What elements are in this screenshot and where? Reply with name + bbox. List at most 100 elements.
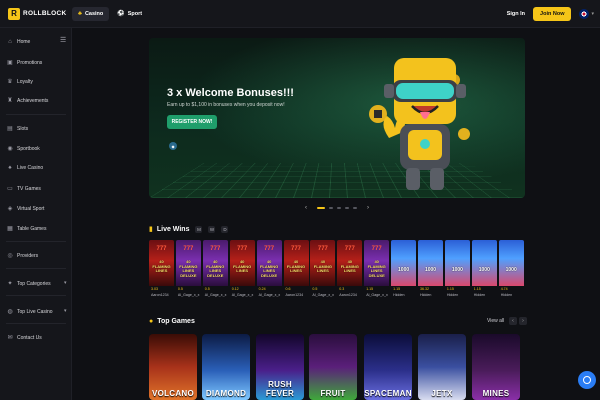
tab-sport-label: Sport (127, 10, 143, 17)
sidebar-item-label: Live Casino (17, 165, 44, 171)
game-name: VOLCANO (151, 389, 195, 398)
live-chat-button[interactable] (578, 371, 596, 389)
collapse-menu-icon[interactable]: ☰ (60, 36, 66, 44)
language-flag-icon[interactable] (579, 9, 590, 19)
game-tile-rush-fever[interactable]: RUSH FEVER (256, 334, 304, 400)
providers-icon: ◎ (7, 253, 13, 259)
carousel-prev-icon[interactable]: ‹ (299, 205, 313, 211)
win-amount: 0.24 (258, 287, 266, 291)
win-user: Al_Gage_x_x (177, 293, 200, 297)
sidebar-item-top-categories[interactable]: ✦ Top Categories (7, 280, 50, 288)
sevens-icon: 777 (290, 246, 301, 252)
live-win-tile[interactable]: 777 40 FLAMING LINES 0.6 Aaron1234 (283, 240, 309, 299)
join-now-button[interactable]: Join Now (533, 7, 572, 21)
live-win-tile[interactable]: 777 40 FLAMING LINES DELUXE 0.5 Al_Gage_x_x (175, 240, 201, 299)
sidebar-item-label: Virtual Sport (17, 205, 45, 212)
game-title: 1000 (505, 267, 517, 273)
tab-casino[interactable]: ♣ Casino (72, 6, 110, 21)
period-month-button[interactable]: M (195, 225, 203, 233)
live-win-tile[interactable]: 777 40 FLAMING LINES 3.03 Aaron1234 (149, 240, 174, 299)
win-user: Al_Gage_x_x (366, 293, 388, 297)
game-tile-diamond[interactable]: DIAMOND (202, 334, 250, 400)
game-title: 1000 (424, 267, 437, 273)
live-win-tile[interactable]: 1000 1.15 Hidden (391, 240, 417, 299)
sidebar-item-promotions[interactable]: ▣ Promotions (7, 59, 42, 67)
win-user: Al_Gage_x_x (258, 293, 281, 297)
sidebar-item-virtual-sport[interactable]: ◈ Virtual Sport (7, 205, 45, 213)
game-tile-fruit[interactable]: FRUIT (309, 334, 357, 400)
game-thumbnail: 1000 (498, 240, 524, 286)
live-win-tile[interactable]: 777 40 FLAMING LINES 0.5 Al_Gage_x_x (310, 240, 336, 299)
win-amount: 1.15 (393, 287, 401, 291)
live-win-tile[interactable]: 1000 36.32 Hidden (418, 240, 443, 299)
sidebar-item-slots[interactable]: ▤ Slots (7, 125, 29, 133)
carousel-dot[interactable] (317, 207, 325, 209)
win-amount: 4.74 (500, 287, 508, 291)
game-title: 40 FLAMING LINES DELUXE (259, 259, 279, 278)
carousel-next-icon[interactable]: › (361, 205, 375, 211)
live-win-tile[interactable]: 777 40 FLAMING LINES 0.3 Aaron1234 (337, 240, 363, 299)
promo-banner[interactable]: 3 x Welcome Bonuses!!! Earn up to $1,100… (149, 38, 525, 198)
game-tile-volcano[interactable]: VOLCANO (149, 334, 197, 400)
live-win-tile[interactable]: 1000 4.74 Hidden (498, 240, 524, 299)
live-win-tile[interactable]: 777 40 FLAMING LINES DELUXE 0.24 Al_Gage_x_… (256, 240, 282, 299)
register-now-button[interactable]: REGISTER NOW! (167, 115, 217, 129)
tab-sport[interactable]: ⚽ Sport (111, 7, 148, 21)
sevens-icon: 777 (371, 246, 382, 252)
tv-icon: ▭ (7, 186, 13, 192)
sidebar-item-top-live-casino[interactable]: ◍ Top Live Casino (7, 308, 52, 316)
game-tile-spaceman[interactable]: SPACEMAN (364, 334, 412, 400)
view-all-link[interactable]: View all (487, 318, 504, 324)
brand-logo[interactable]: R ROLLBLOCK (0, 7, 70, 20)
win-amount: 36.32 (420, 287, 429, 291)
sidebar-item-label: Home (17, 39, 31, 45)
live-win-tile[interactable]: 777 40 FLAMING LINES DELUXE 0.5 Al_Gage_x_x (202, 240, 228, 299)
carousel-dot[interactable] (329, 207, 333, 209)
win-amount: 0.5 (204, 287, 210, 291)
sidebar-item-live-casino[interactable]: ♠ Live Casino (7, 165, 43, 171)
sevens-icon: 777 (183, 246, 194, 252)
sidebar-item-providers[interactable]: ◎ Providers (7, 252, 38, 260)
sign-in-button[interactable]: Sign In (507, 11, 525, 17)
chevron-down-icon[interactable]: ▾ (64, 280, 67, 286)
game-name: RUSH FEVER (265, 380, 295, 398)
game-tile-mines[interactable]: MINES (472, 334, 520, 400)
win-user: Aaron1234 (151, 293, 169, 297)
sidebar-item-label: Contact Us (17, 334, 42, 341)
sidebar-item-achievements[interactable]: ♜ Achievements (7, 97, 48, 105)
period-day-button[interactable]: D (221, 225, 229, 233)
game-tile-jetx[interactable]: JETX (418, 334, 466, 400)
period-week-button[interactable]: W (208, 225, 216, 233)
sevens-icon: 777 (264, 246, 275, 252)
sidebar-divider (6, 241, 66, 242)
game-name: MINES (482, 389, 510, 398)
game-thumbnail: 1000 (471, 240, 497, 286)
ball-icon: ◉ (7, 146, 13, 152)
sidebar-item-label: Slots (17, 125, 29, 132)
games-next-icon[interactable]: › (519, 317, 527, 325)
chat-icon (583, 376, 591, 384)
top-games-title: Top Games (157, 318, 195, 325)
chevron-down-icon[interactable]: ▾ (64, 308, 67, 314)
game-name: SPACEMAN (364, 389, 412, 398)
sidebar-item-home[interactable]: ⌂ Home (7, 39, 30, 45)
game-title: 1000 (478, 267, 490, 273)
game-name: JETX (431, 389, 453, 398)
live-win-tile[interactable]: 777 40 FLAMING LINES DELUXE 1.15 Al_Gage_x_… (364, 240, 390, 299)
live-win-tile[interactable]: 1000 1.15 Hidden (444, 240, 470, 299)
carousel-dot[interactable] (353, 207, 357, 209)
sidebar-divider (6, 114, 66, 115)
sidebar-item-loyalty[interactable]: ♛ Loyalty (7, 78, 33, 86)
sidebar-item-tv-games[interactable]: ▭ TV Games (7, 185, 41, 193)
chevron-down-icon[interactable]: ▾ (591, 11, 594, 17)
carousel-dot[interactable] (345, 207, 349, 209)
sidebar-item-table-games[interactable]: ▦ Table Games (7, 225, 46, 233)
carousel-dot[interactable] (337, 207, 341, 209)
live-win-tile[interactable]: 1000 1.15 Hidden (471, 240, 497, 299)
gift-icon: ▣ (7, 60, 13, 66)
sidebar-item-contact-us[interactable]: ✉ Contact Us (7, 334, 42, 342)
games-prev-icon[interactable]: ‹ (509, 317, 517, 325)
live-win-tile[interactable]: 777 40 FLAMING LINES 0.12 Al_Gage_x_x (229, 240, 255, 299)
game-name: DIAMOND (205, 389, 247, 398)
sidebar-item-sportbook[interactable]: ◉ Sportbook (7, 145, 39, 153)
